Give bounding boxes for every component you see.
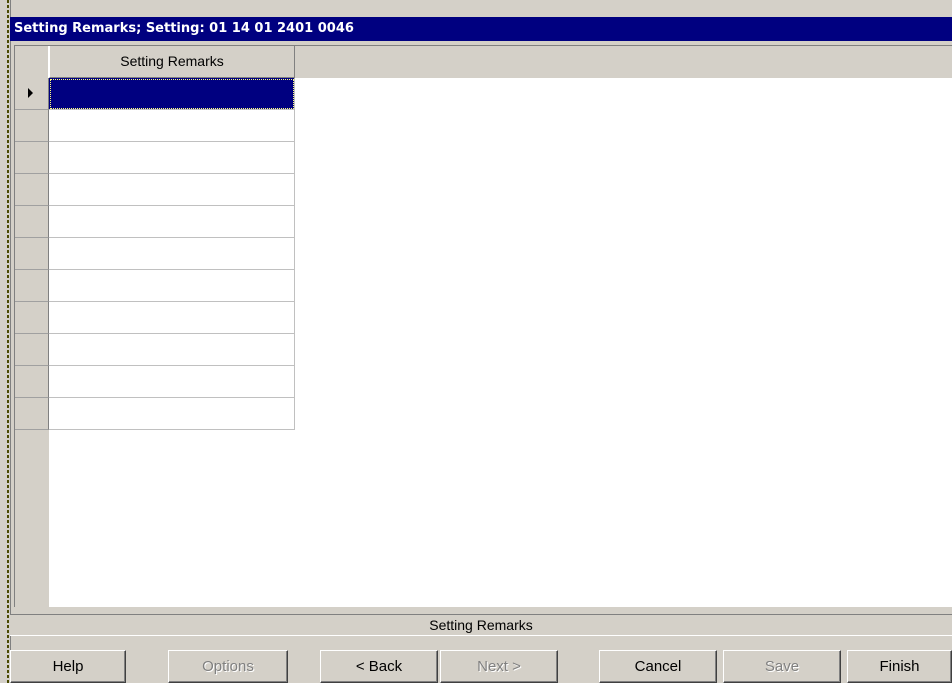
left-window-edge bbox=[0, 0, 11, 683]
remark-cell[interactable] bbox=[49, 78, 295, 110]
remark-cell[interactable] bbox=[49, 366, 295, 398]
current-row-arrow-icon bbox=[28, 88, 33, 98]
remark-cell[interactable] bbox=[49, 334, 295, 366]
row-header[interactable] bbox=[15, 142, 49, 174]
row-header[interactable] bbox=[15, 302, 49, 334]
grid-corner bbox=[15, 46, 49, 78]
remark-cell[interactable] bbox=[49, 174, 295, 206]
row-header[interactable] bbox=[15, 270, 49, 302]
remark-cell[interactable] bbox=[49, 302, 295, 334]
finish-button[interactable]: Finish bbox=[847, 650, 952, 683]
status-bar: Setting Remarks bbox=[10, 614, 952, 636]
next-button[interactable]: Next > bbox=[440, 650, 558, 683]
remark-cell[interactable] bbox=[49, 270, 295, 302]
save-button[interactable]: Save bbox=[723, 650, 841, 683]
remark-cell[interactable] bbox=[49, 238, 295, 270]
window-title: Setting Remarks; Setting: 01 14 01 2401 … bbox=[10, 17, 952, 41]
row-header[interactable] bbox=[15, 110, 49, 142]
row-header[interactable] bbox=[15, 334, 49, 366]
remarks-grid[interactable]: Setting Remarks bbox=[14, 45, 952, 607]
help-button[interactable]: Help bbox=[10, 650, 126, 683]
remark-cell[interactable] bbox=[49, 206, 295, 238]
remark-cell[interactable] bbox=[49, 398, 295, 430]
button-row: Help Options < Back Next > Cancel Save F… bbox=[10, 650, 952, 683]
row-header[interactable] bbox=[15, 398, 49, 430]
options-button[interactable]: Options bbox=[168, 650, 288, 683]
remark-cell[interactable] bbox=[49, 142, 295, 174]
row-header[interactable] bbox=[15, 366, 49, 398]
row-header[interactable] bbox=[15, 174, 49, 206]
column-header-setting-remarks[interactable]: Setting Remarks bbox=[49, 46, 295, 78]
back-button[interactable]: < Back bbox=[320, 650, 438, 683]
row-header[interactable] bbox=[15, 238, 49, 270]
remark-cell[interactable] bbox=[49, 110, 295, 142]
column-header-empty-area bbox=[295, 46, 952, 78]
row-header[interactable] bbox=[15, 78, 49, 110]
row-header[interactable] bbox=[15, 206, 49, 238]
cancel-button[interactable]: Cancel bbox=[599, 650, 717, 683]
